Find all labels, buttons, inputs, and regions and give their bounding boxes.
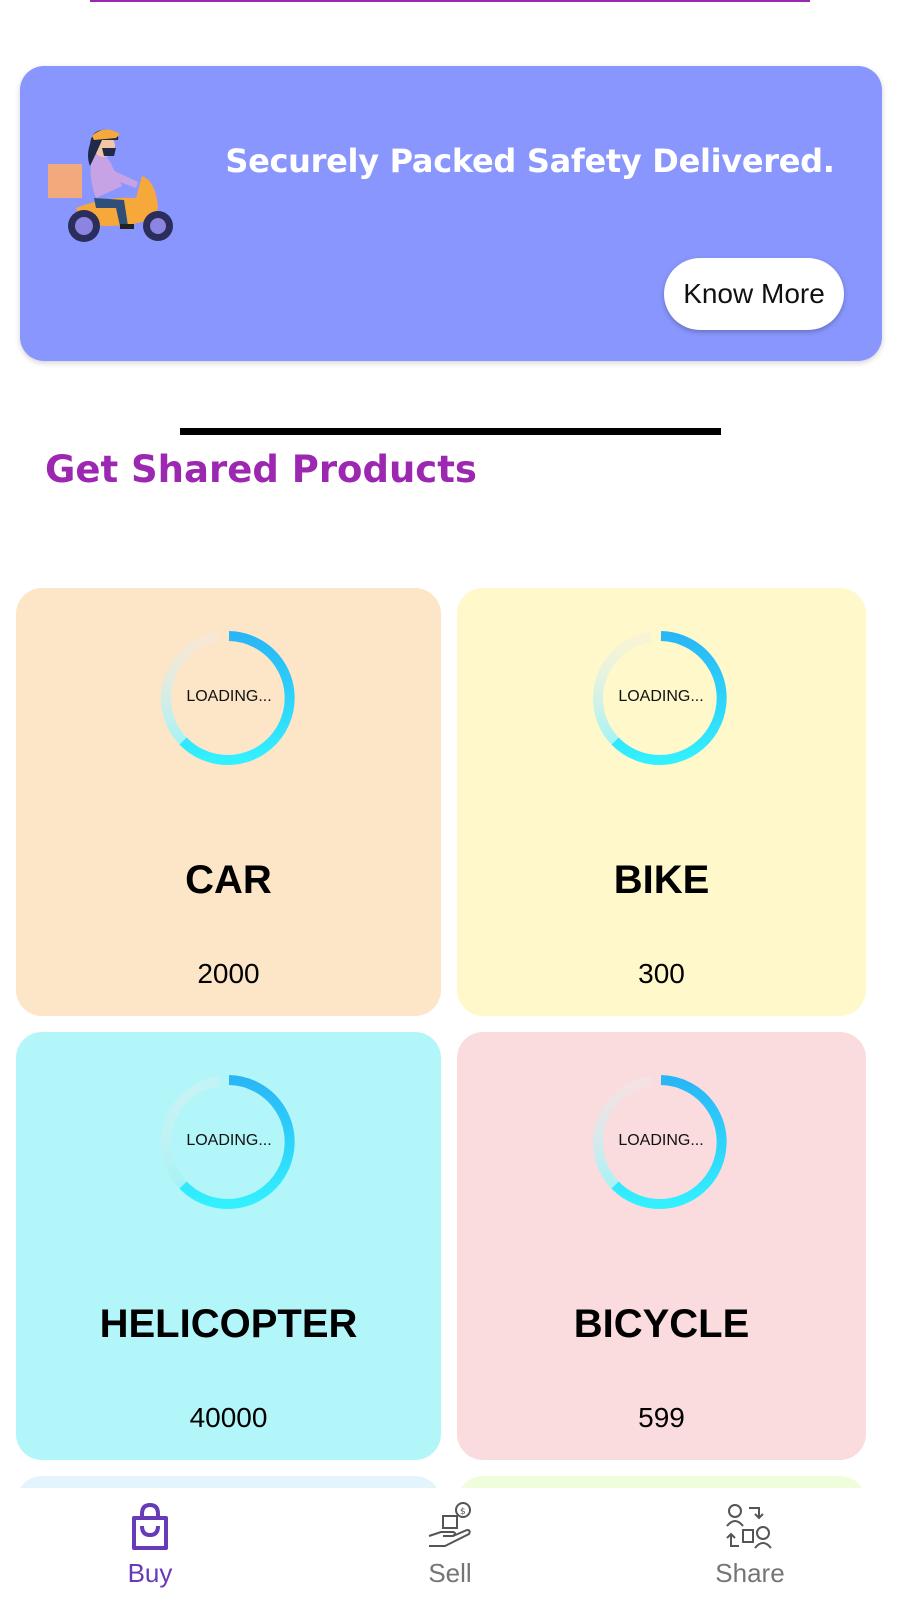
nav-item-sell[interactable]: $ Sell bbox=[300, 1488, 600, 1600]
nav-item-buy[interactable]: Buy bbox=[0, 1488, 300, 1600]
product-card-helicopter[interactable]: LOADING... HELICOPTER 40000 bbox=[16, 1032, 441, 1460]
product-card-bicycle[interactable]: LOADING... BICYCLE 599 bbox=[457, 1032, 866, 1460]
product-card-car[interactable]: LOADING... CAR 2000 bbox=[16, 588, 441, 1016]
nav-label: Sell bbox=[428, 1558, 472, 1588]
sell-hand-box-icon: $ bbox=[428, 1502, 471, 1547]
shopping-bag-icon bbox=[132, 1502, 168, 1550]
product-name: CAR bbox=[185, 858, 272, 902]
nav-label: Share bbox=[715, 1558, 785, 1588]
loading-text: LOADING... bbox=[186, 688, 272, 705]
section-title: Get Shared Products bbox=[45, 448, 477, 491]
know-more-button[interactable]: Know More bbox=[664, 258, 844, 330]
product-name: BICYCLE bbox=[573, 1302, 750, 1346]
section-divider bbox=[180, 428, 721, 435]
product-price: 2000 bbox=[197, 958, 260, 989]
product-price: 40000 bbox=[189, 1402, 268, 1433]
top-divider-line bbox=[90, 0, 810, 2]
delivery-scooter-icon bbox=[48, 129, 173, 242]
product-price: 599 bbox=[638, 1402, 685, 1433]
loading-text: LOADING... bbox=[618, 1132, 704, 1149]
svg-text:$: $ bbox=[460, 1507, 466, 1517]
share-people-icon bbox=[726, 1504, 772, 1549]
bottom-navigation: Buy $ Sell Share bbox=[0, 1488, 900, 1600]
product-price: 300 bbox=[638, 958, 685, 989]
product-name: BIKE bbox=[613, 858, 710, 902]
loading-text: LOADING... bbox=[618, 688, 704, 705]
loading-text: LOADING... bbox=[186, 1132, 272, 1149]
delivery-banner: Securely Packed Safety Delivered. Know M… bbox=[20, 66, 882, 361]
product-name: HELICOPTER bbox=[99, 1302, 358, 1346]
banner-headline: Securely Packed Safety Delivered. bbox=[225, 142, 835, 180]
nav-item-share[interactable]: Share bbox=[600, 1488, 900, 1600]
nav-label: Buy bbox=[127, 1558, 173, 1588]
product-card-bike[interactable]: LOADING... BIKE 300 bbox=[457, 588, 866, 1016]
